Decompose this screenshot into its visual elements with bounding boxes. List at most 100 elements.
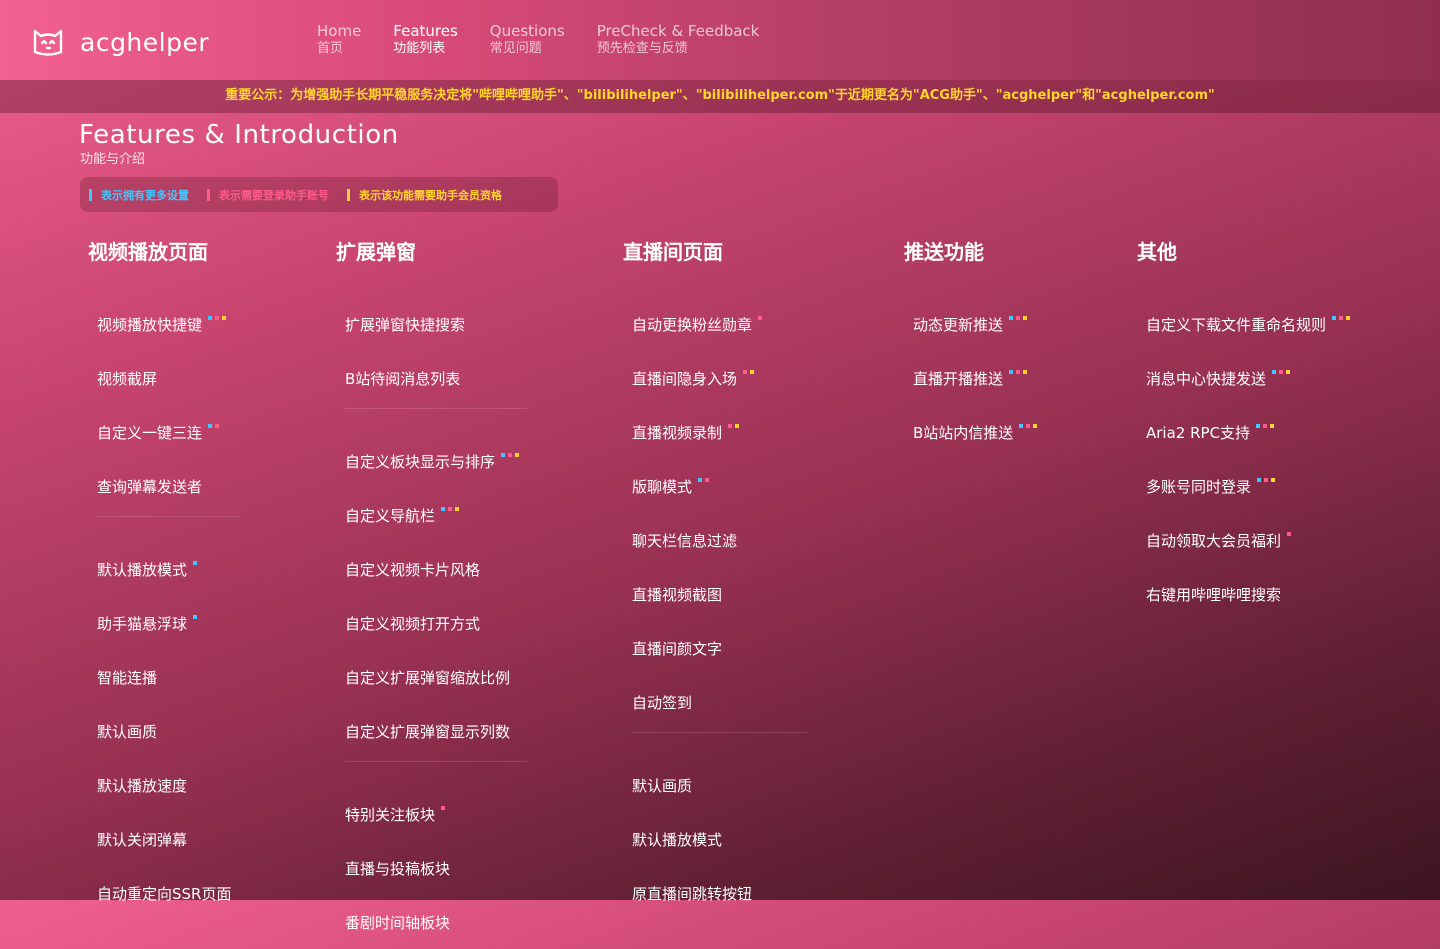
column-title: 扩展弹窗 bbox=[336, 240, 416, 264]
feature-label: 版聊模式 bbox=[632, 477, 693, 496]
login-mark-icon bbox=[1016, 370, 1021, 374]
login-mark-icon bbox=[743, 370, 748, 374]
feature-item[interactable]: 自动重定向SSR页面 bbox=[97, 866, 240, 920]
feature-item[interactable]: 聊天栏信息过滤 bbox=[632, 513, 807, 567]
feature-item[interactable]: 智能连播 bbox=[97, 650, 240, 704]
feature-label: 视频截屏 bbox=[97, 369, 158, 388]
feature-marks bbox=[205, 316, 227, 320]
feature-marks bbox=[725, 424, 740, 428]
feature-item[interactable]: 默认播放模式 bbox=[97, 542, 240, 596]
feature-item[interactable]: 自动领取大会员福利 bbox=[1146, 513, 1350, 567]
feature-item[interactable]: 默认关闭弹幕 bbox=[97, 812, 240, 866]
feature-item[interactable]: B站站内信推送 bbox=[913, 405, 1038, 459]
feature-column: 推送功能动态更新推送直播开播推送 B站站内信推送 bbox=[904, 238, 1038, 459]
nav-item-precheck-feedback[interactable]: PreCheck & Feedback 预先检查与反馈 bbox=[597, 22, 760, 57]
nav-item-en-label: PreCheck & Feedback bbox=[596, 22, 760, 40]
feature-marks bbox=[1284, 532, 1292, 536]
feature-marks bbox=[1254, 478, 1276, 482]
feature-item[interactable]: 特别关注板块 bbox=[345, 787, 527, 841]
nav-item-home[interactable]: Home 首页 bbox=[317, 22, 361, 57]
feature-label: 自定义视频打开方式 bbox=[345, 614, 481, 633]
feature-label: 智能连播 bbox=[97, 668, 158, 687]
feature-item[interactable]: B站待阅消息列表 bbox=[345, 351, 527, 405]
feature-label: Aria2 RPC支持 bbox=[1146, 423, 1251, 442]
cat-logo-icon bbox=[30, 22, 66, 62]
feature-list: 自定义下载文件重命名规则 消息中心快捷发送 Aria2 RPC支持多账号同时登录 自动… bbox=[1146, 297, 1351, 621]
feature-label: 直播视频截图 bbox=[632, 585, 723, 604]
legend-label: 表示拥有更多设置 bbox=[101, 188, 189, 202]
vip-mark-icon bbox=[1023, 370, 1028, 374]
feature-item[interactable]: 自动签到 bbox=[632, 675, 807, 729]
feature-item[interactable]: 自定义视频卡片风格 bbox=[345, 542, 527, 596]
feature-item[interactable]: 直播开播推送 bbox=[913, 351, 1037, 405]
vip-mark-icon bbox=[455, 507, 460, 511]
login-mark-icon bbox=[1016, 316, 1021, 320]
feature-column: 扩展弹窗扩展弹窗快捷搜索 B站待阅消息列表 自定义板块显示与排序 自定义导航栏自定义视… bbox=[336, 238, 527, 949]
feature-item[interactable]: 自定义导航栏 bbox=[345, 488, 527, 542]
feature-label: 助手猫悬浮球 bbox=[97, 614, 188, 633]
nav-item-features[interactable]: Features 功能列表 bbox=[393, 22, 458, 57]
feature-label: 聊天栏信息过滤 bbox=[632, 531, 738, 550]
feature-item[interactable]: 默认播放模式 bbox=[632, 812, 807, 866]
feature-label: 默认画质 bbox=[632, 776, 693, 795]
feature-list: 视频播放快捷键视频截屏自定义一键三连 查询弹幕发送者默认播放模式 助手猫悬浮球 智能连… bbox=[97, 297, 240, 920]
feature-label: 原直播间跳转按钮 bbox=[632, 884, 753, 903]
feature-item[interactable]: 自定义下载文件重命名规则 bbox=[1146, 297, 1351, 351]
feature-label: 动态更新推送 bbox=[913, 315, 1004, 334]
brand-logo[interactable]: acghelper bbox=[30, 22, 209, 62]
settings-mark-icon bbox=[441, 507, 446, 511]
nav-item-zh-label: 常见问题 bbox=[489, 41, 542, 56]
feature-item[interactable]: 右键用哔哩哔哩搜索 bbox=[1146, 567, 1350, 621]
feature-item[interactable]: 直播与投稿板块 bbox=[345, 841, 527, 895]
legend-item: 表示拥有更多设置 bbox=[89, 187, 189, 203]
feature-item[interactable]: 自定义扩展弹窗缩放比例 bbox=[345, 650, 527, 704]
feature-item[interactable]: 直播视频录制 bbox=[632, 405, 807, 459]
login-mark-icon bbox=[1339, 316, 1344, 320]
feature-item[interactable]: Aria2 RPC支持 bbox=[1146, 405, 1350, 459]
feature-item[interactable]: 视频截屏 bbox=[97, 351, 240, 405]
feature-label: 默认关闭弹幕 bbox=[97, 830, 188, 849]
feature-item[interactable]: 自定义一键三连 bbox=[97, 405, 240, 459]
settings-mark-icon bbox=[1019, 424, 1024, 428]
feature-item[interactable]: 番剧时间轴板块 bbox=[345, 895, 527, 949]
feature-item[interactable]: 默认画质 bbox=[97, 704, 240, 758]
feature-item[interactable]: 视频播放快捷键 bbox=[97, 297, 240, 351]
feature-item[interactable]: 助手猫悬浮球 bbox=[97, 596, 240, 650]
top-header: acghelper Home 首页 Features 功能列表 Questions 常见问… bbox=[0, 0, 1440, 80]
feature-item[interactable]: 扩展弹窗快捷搜索 bbox=[345, 297, 527, 351]
feature-item[interactable]: 直播间颜文字 bbox=[632, 621, 807, 675]
feature-item[interactable]: 直播视频截图 bbox=[632, 567, 807, 621]
feature-item[interactable]: 自动更换粉丝勋章 bbox=[632, 297, 807, 351]
feature-item[interactable]: 直播间隐身入场 bbox=[632, 351, 807, 405]
feature-marks bbox=[205, 424, 220, 428]
feature-item[interactable]: 自定义扩展弹窗显示列数 bbox=[345, 704, 527, 758]
feature-item[interactable]: 动态更新推送 bbox=[913, 297, 1037, 351]
nav-item-en-label: Questions bbox=[489, 22, 565, 40]
feature-label: 自定义视频卡片风格 bbox=[345, 560, 481, 579]
feature-item[interactable]: 自定义板块显示与排序 bbox=[345, 434, 527, 488]
nav-item-zh-label: 首页 bbox=[317, 41, 344, 56]
feature-list: 自动更换粉丝勋章 直播间隐身入场 直播视频录制版聊模式聊天栏信息过滤 直播视频截图直播… bbox=[632, 297, 807, 920]
settings-mark-icon bbox=[1009, 316, 1014, 320]
feature-item[interactable]: 查询弹幕发送者 bbox=[97, 459, 240, 513]
feature-item[interactable]: 多账号同时登录 bbox=[1146, 459, 1350, 513]
feature-item[interactable]: 版聊模式 bbox=[632, 459, 807, 513]
nav-item-en-label: Features bbox=[393, 22, 458, 40]
feature-marks bbox=[1253, 424, 1275, 428]
feature-label: 默认画质 bbox=[97, 722, 158, 741]
feature-marks bbox=[190, 561, 198, 565]
feature-label: 自动签到 bbox=[632, 693, 693, 712]
legend-item: 表示需要登录助手账号 bbox=[207, 187, 329, 203]
column-title: 推送功能 bbox=[904, 240, 984, 264]
feature-item[interactable]: 消息中心快捷发送 bbox=[1146, 351, 1350, 405]
main-nav: Home 首页 Features 功能列表 Questions 常见问题 PreCheck … bbox=[317, 22, 791, 57]
nav-item-zh-label: 预先检查与反馈 bbox=[596, 41, 688, 56]
feature-marks bbox=[695, 478, 710, 482]
feature-item[interactable]: 默认画质 bbox=[632, 758, 807, 812]
feature-item[interactable]: 默认播放速度 bbox=[97, 758, 240, 812]
login-mark-icon bbox=[1263, 424, 1268, 428]
feature-item[interactable]: 原直播间跳转按钮 bbox=[632, 866, 807, 920]
feature-label: 默认播放模式 bbox=[97, 560, 188, 579]
nav-item-questions[interactable]: Questions 常见问题 bbox=[490, 22, 565, 57]
feature-item[interactable]: 自定义视频打开方式 bbox=[345, 596, 527, 650]
